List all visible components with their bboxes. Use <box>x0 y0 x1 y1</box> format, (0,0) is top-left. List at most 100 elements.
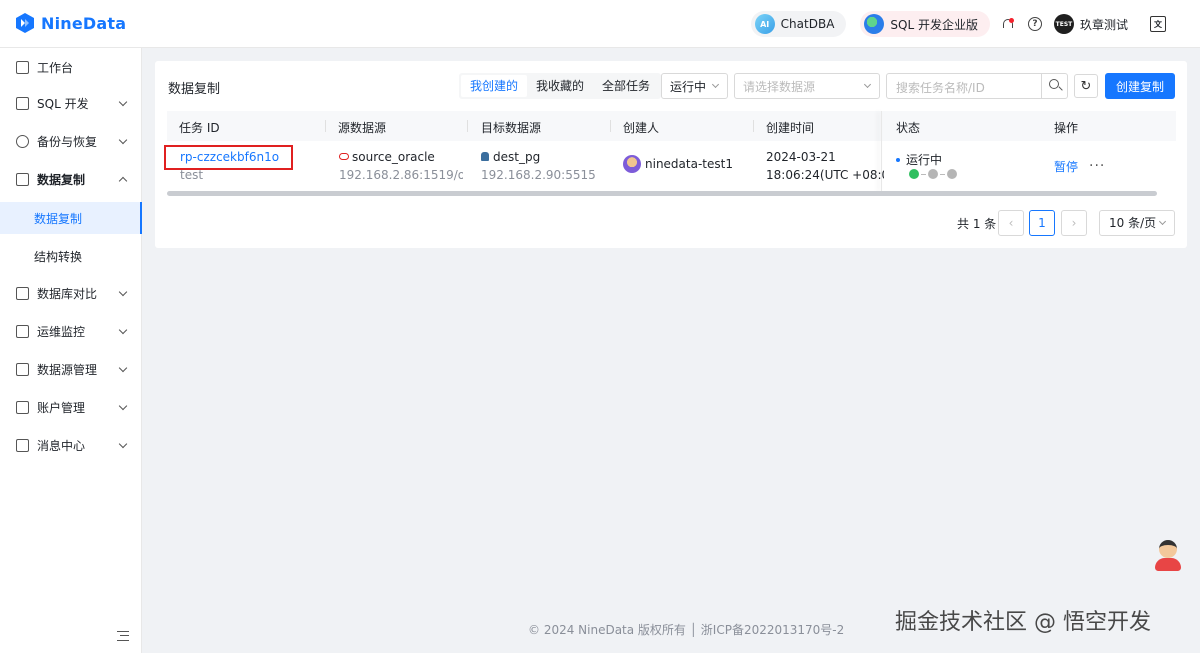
tab-created-by-me[interactable]: 我创建的 <box>461 75 528 97</box>
col-created-at: 创建时间 <box>766 121 815 135</box>
created-time: 18:06:24(UTC +08:00) <box>766 168 884 182</box>
collapse-menu-icon[interactable] <box>117 631 129 641</box>
sidebar-item-label: 消息中心 <box>37 438 86 453</box>
datasource-select[interactable]: 请选择数据源 <box>734 73 880 99</box>
sidebar-item-ops-monitor[interactable]: 运维监控 <box>0 312 142 350</box>
sidebar-item-label: 工作台 <box>37 60 74 75</box>
pause-button[interactable]: 暂停 <box>1054 158 1078 175</box>
col-creator: 创建人 <box>623 121 660 135</box>
sidebar-item-label: 数据库对比 <box>37 286 98 301</box>
status-badge: 运行中 <box>896 151 942 168</box>
chatdba-label: ChatDBA <box>780 17 835 31</box>
sidebar-item-label: 备份与恢复 <box>37 134 98 149</box>
user-name[interactable]: 玖章测试 <box>1080 16 1128 33</box>
sql-edition-button[interactable]: SQL 开发企业版 <box>860 11 990 37</box>
table-header: 任务 ID 源数据源 目标数据源 创建人 创建时间 状态 操作 <box>167 111 1176 141</box>
avatar[interactable]: TEST <box>1053 14 1074 34</box>
status-dot-icon <box>896 158 900 162</box>
tab-favorites[interactable]: 我收藏的 <box>527 75 593 97</box>
col-target: 目标数据源 <box>481 121 542 135</box>
alarm-icon <box>16 324 29 338</box>
support-agent-button[interactable] <box>1153 538 1183 572</box>
creator-name: ninedata-test1 <box>645 157 733 171</box>
bell-icon[interactable] <box>1002 18 1014 30</box>
col-source: 源数据源 <box>338 121 387 135</box>
help-icon[interactable]: ? <box>1027 17 1042 31</box>
sql-edition-label: SQL 开发企业版 <box>890 17 978 32</box>
sidebar-item-label: 账户管理 <box>37 400 86 415</box>
more-actions-icon[interactable]: ··· <box>1089 158 1105 174</box>
page-size-value: 10 条/页 <box>1109 216 1157 230</box>
brand-logo[interactable]: NineData <box>14 12 126 34</box>
sidebar-item-label: 运维监控 <box>37 324 86 339</box>
sidebar-item-backup[interactable]: 备份与恢复 <box>0 122 142 160</box>
sidebar-item-datasource[interactable]: 数据源管理 <box>0 350 142 388</box>
progress-steps[interactable] <box>909 169 957 179</box>
chatdba-button[interactable]: AI ChatDBA <box>750 11 847 37</box>
step-connector <box>940 173 945 175</box>
column-divider <box>467 120 468 132</box>
page-number-button[interactable]: 1 <box>1029 210 1055 236</box>
globe-icon <box>864 14 885 34</box>
target-datasource[interactable]: dest_pg <box>481 150 540 164</box>
chevron-down-icon <box>118 439 128 449</box>
sidebar-subitem-label: 数据复制 <box>34 211 83 226</box>
mail-icon <box>16 438 29 452</box>
column-divider <box>325 120 326 132</box>
home-icon <box>16 60 29 74</box>
sidebar-item-sql-dev[interactable]: SQL 开发 <box>0 84 142 122</box>
chevron-down-icon <box>118 363 128 373</box>
sidebar-item-messages[interactable]: 消息中心 <box>0 426 142 464</box>
horizontal-scrollbar[interactable] <box>167 191 1157 196</box>
status-filter-select[interactable]: 运行中 <box>661 73 728 99</box>
sidebar-item-label: SQL 开发 <box>37 96 89 111</box>
col-status: 状态 <box>896 121 921 135</box>
source-datasource[interactable]: source_oracle <box>339 150 435 164</box>
sidebar-item-replication[interactable]: 数据复制 <box>0 160 142 198</box>
copy-icon <box>16 172 29 186</box>
search-button[interactable] <box>1041 74 1067 98</box>
sidebar-subitem-replication[interactable]: 数据复制 <box>0 202 142 234</box>
chevron-down-icon <box>118 287 128 297</box>
status-text: 运行中 <box>906 153 943 167</box>
footer-copyright: © 2024 NineData 版权所有 │ 浙ICP备2022013170号-… <box>528 623 845 637</box>
account-icon <box>16 400 29 414</box>
target-name: dest_pg <box>493 150 541 164</box>
step-pending-icon <box>928 169 938 179</box>
col-actions: 操作 <box>1054 121 1079 135</box>
column-divider <box>610 120 611 132</box>
chevron-down-icon <box>118 135 128 145</box>
sidebar-item-label: 数据复制 <box>37 172 86 187</box>
sidebar-item-db-compare[interactable]: 数据库对比 <box>0 274 142 312</box>
sidebar: 工作台 SQL 开发 备份与恢复 数据复制 数据复制 结构转换 数据库对比 运维… <box>0 48 142 653</box>
chevron-down-icon <box>711 80 720 89</box>
source-name: source_oracle <box>352 150 435 164</box>
sidebar-item-account[interactable]: 账户管理 <box>0 388 142 426</box>
sidebar-subitem-schema-convert[interactable]: 结构转换 <box>0 240 142 272</box>
tab-all-tasks[interactable]: 全部任务 <box>593 75 659 97</box>
cloud-backup-icon <box>16 134 29 148</box>
header-actions: AI ChatDBA SQL 开发企业版 ? TEST 玖章测试 文 <box>750 0 1200 48</box>
refresh-button[interactable]: ↻ <box>1074 74 1098 98</box>
ai-icon: AI <box>754 14 775 34</box>
pagination-total: 共 1 条 <box>957 217 997 231</box>
target-address: 192.168.2.90:5515 <box>481 168 596 182</box>
col-task-id: 任务 ID <box>179 121 220 135</box>
step-connector <box>921 173 926 175</box>
search-input[interactable]: 搜索任务名称/ID <box>886 73 1068 99</box>
support-avatar-icon <box>1159 540 1177 558</box>
page-size-select[interactable]: 10 条/页 <box>1099 210 1175 236</box>
creator-avatar <box>623 155 641 173</box>
status-filter-value: 运行中 <box>670 79 707 94</box>
chevron-down-icon <box>118 97 128 107</box>
search-placeholder: 搜索任务名称/ID <box>896 81 985 95</box>
page-title: 数据复制 <box>168 82 221 97</box>
search-icon <box>1049 79 1059 89</box>
create-replication-button[interactable]: 创建复制 <box>1105 73 1175 99</box>
language-icon[interactable]: 文 <box>1150 16 1166 32</box>
prev-page-button[interactable]: ‹ <box>998 210 1024 236</box>
step-pending-icon <box>947 169 957 179</box>
sidebar-item-workbench[interactable]: 工作台 <box>0 48 142 86</box>
sidebar-item-label: 数据源管理 <box>37 362 98 377</box>
next-page-button[interactable]: › <box>1061 210 1087 236</box>
